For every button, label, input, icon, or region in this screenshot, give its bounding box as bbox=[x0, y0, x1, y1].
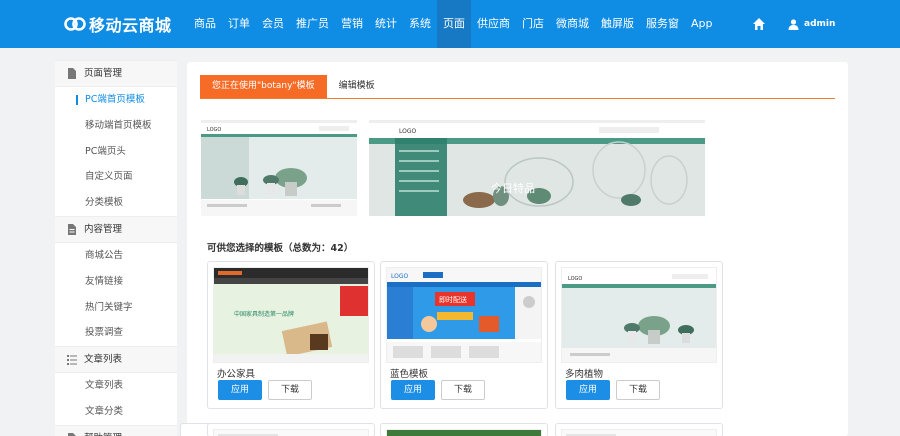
tab-edit-template[interactable]: 编辑模板 bbox=[327, 75, 387, 98]
template-card-partial bbox=[380, 423, 548, 436]
svg-text:中国家具制造第一品牌: 中国家具制造第一品牌 bbox=[234, 310, 294, 318]
template-banner-image: LOGO 今日特品 bbox=[369, 120, 705, 216]
main-panel: 您正在使用"botany"模板 编辑模板 LOGO LOGO 今日特品 可供您选… bbox=[180, 62, 848, 436]
nav-item-promoters[interactable]: 推广员 bbox=[290, 0, 335, 48]
template-card: LOGO 多肉植物 应用 下载 bbox=[555, 261, 723, 409]
svg-text:LOGO: LOGO bbox=[391, 273, 409, 280]
template-name: 办公家具 bbox=[217, 369, 256, 380]
template-thumb-partial bbox=[562, 430, 716, 436]
sidebar-item-category-template[interactable]: 分类模板 bbox=[55, 190, 177, 216]
sidebar-item-custom-page[interactable]: 自定义页面 bbox=[55, 164, 177, 190]
nav-item-stores[interactable]: 门店 bbox=[516, 0, 550, 48]
nav-item-orders[interactable]: 订单 bbox=[222, 0, 256, 48]
sidebar-item-friend-links[interactable]: 友情链接 bbox=[55, 269, 177, 295]
template-thumbnail[interactable] bbox=[213, 429, 369, 436]
sidebar-item-hot-keywords[interactable]: 热门关键字 bbox=[55, 295, 177, 321]
sidebar-item-article-categories[interactable]: 文章分类 bbox=[55, 399, 177, 425]
top-navigation-bar: 移动云商城 商品 订单 会员 推广员 营销 统计 系统 页面 供应商 门店 微商… bbox=[0, 0, 900, 48]
apply-button[interactable]: 应用 bbox=[218, 380, 262, 400]
template-thumbnail[interactable]: 中国家具制造第一品牌 bbox=[213, 267, 369, 363]
apply-button[interactable]: 应用 bbox=[566, 380, 610, 400]
template-thumbnail[interactable]: LOGO 即时配送 bbox=[386, 267, 542, 363]
sidebar-group-article-list[interactable]: 文章列表 bbox=[55, 346, 177, 374]
current-template-thumbnail: LOGO bbox=[201, 120, 357, 216]
sidebar-item-articles[interactable]: 文章列表 bbox=[55, 373, 177, 399]
sidebar-group-title: 帮助管理 bbox=[84, 425, 122, 436]
sidebar-group-help-management[interactable]: 帮助管理 bbox=[55, 424, 177, 436]
svg-text:LOGO: LOGO bbox=[568, 276, 582, 282]
template-tabs: 您正在使用"botany"模板 编辑模板 bbox=[200, 75, 835, 99]
sidebar-item-pc-header[interactable]: PC端页头 bbox=[55, 139, 177, 165]
available-templates-title: 可供您选择的模板（总数为：42） bbox=[207, 243, 354, 254]
nav-item-wechat-mall[interactable]: 微商城 bbox=[550, 0, 595, 48]
sidebar-group-title: 文章列表 bbox=[84, 354, 123, 366]
download-button[interactable]: 下载 bbox=[268, 380, 312, 400]
nav-item-suppliers[interactable]: 供应商 bbox=[471, 0, 516, 48]
username: admin bbox=[804, 19, 836, 29]
link-logo-icon bbox=[64, 17, 86, 31]
apply-button[interactable]: 应用 bbox=[391, 380, 435, 400]
svg-text:LOGO: LOGO bbox=[399, 128, 417, 135]
sidebar-item-pc-home-template[interactable]: PC端首页模板 bbox=[55, 87, 177, 113]
template-card: LOGO 即时配送 蓝色模板 应用 下载 bbox=[380, 261, 548, 409]
template-card: 中国家具制造第一品牌 办公家具 应用 下载 bbox=[207, 261, 375, 409]
nav-item-touch-version[interactable]: 触屏版 bbox=[595, 0, 640, 48]
svg-text:LOGO: LOGO bbox=[207, 127, 221, 133]
tab-current-template[interactable]: 您正在使用"botany"模板 bbox=[200, 75, 327, 98]
home-icon[interactable] bbox=[752, 17, 766, 31]
user-icon bbox=[788, 18, 799, 30]
main-nav: 商品 订单 会员 推广员 营销 统计 系统 页面 供应商 门店 微商城 触屏版 … bbox=[188, 0, 719, 48]
sidebar-group-content-management[interactable]: 内容管理 bbox=[55, 215, 177, 243]
template-thumb-partial bbox=[214, 430, 368, 436]
nav-item-app[interactable]: App bbox=[685, 0, 719, 48]
list-icon bbox=[67, 355, 77, 366]
nav-item-marketing[interactable]: 营销 bbox=[335, 0, 369, 48]
template-thumb-partial bbox=[387, 430, 541, 436]
nav-item-members[interactable]: 会员 bbox=[256, 0, 290, 48]
brand-name: 移动云商城 bbox=[89, 16, 172, 35]
document-icon bbox=[68, 223, 76, 235]
download-button[interactable]: 下载 bbox=[616, 380, 660, 400]
sidebar-group-page-management[interactable]: 页面管理 bbox=[55, 60, 177, 87]
sidebar-item-announcements[interactable]: 商城公告 bbox=[55, 243, 177, 269]
nav-item-goods[interactable]: 商品 bbox=[188, 0, 222, 48]
office-furniture-thumb: 中国家具制造第一品牌 bbox=[214, 268, 368, 362]
page-icon bbox=[68, 68, 76, 79]
brand[interactable]: 移动云商城 bbox=[64, 12, 172, 36]
template-thumbnail[interactable]: LOGO bbox=[561, 267, 717, 363]
template-card-partial bbox=[207, 423, 375, 436]
sidebar-item-polls[interactable]: 投票调查 bbox=[55, 320, 177, 346]
nav-item-system[interactable]: 系统 bbox=[403, 0, 437, 48]
svg-text:即时配送: 即时配送 bbox=[439, 295, 467, 304]
template-thumbnail[interactable] bbox=[561, 429, 717, 436]
nav-item-pages[interactable]: 页面 bbox=[437, 0, 471, 48]
sidebar-group-title: 页面管理 bbox=[84, 68, 123, 79]
nav-item-statistics[interactable]: 统计 bbox=[369, 0, 403, 48]
current-template-banner-preview: LOGO 今日特品 bbox=[369, 120, 705, 216]
sidebar: 页面管理 PC端首页模板 移动端首页模板 PC端页头 自定义页面 分类模板 内容… bbox=[55, 60, 177, 436]
template-name: 蓝色模板 bbox=[390, 369, 429, 380]
nav-item-service-window[interactable]: 服务窗 bbox=[640, 0, 685, 48]
sidebar-group-title: 内容管理 bbox=[84, 223, 123, 235]
template-thumbnail[interactable] bbox=[386, 429, 542, 436]
sidebar-item-mobile-home-template[interactable]: 移动端首页模板 bbox=[55, 113, 177, 139]
template-preview-image: LOGO bbox=[201, 120, 357, 216]
download-button[interactable]: 下载 bbox=[441, 380, 485, 400]
succulent-template-thumb: LOGO bbox=[562, 268, 716, 362]
user-menu[interactable]: admin bbox=[788, 16, 835, 32]
blue-template-thumb: LOGO 即时配送 bbox=[387, 268, 541, 362]
svg-text:今日特品: 今日特品 bbox=[491, 181, 535, 195]
template-card-partial bbox=[555, 423, 723, 436]
template-name: 多肉植物 bbox=[565, 369, 604, 380]
